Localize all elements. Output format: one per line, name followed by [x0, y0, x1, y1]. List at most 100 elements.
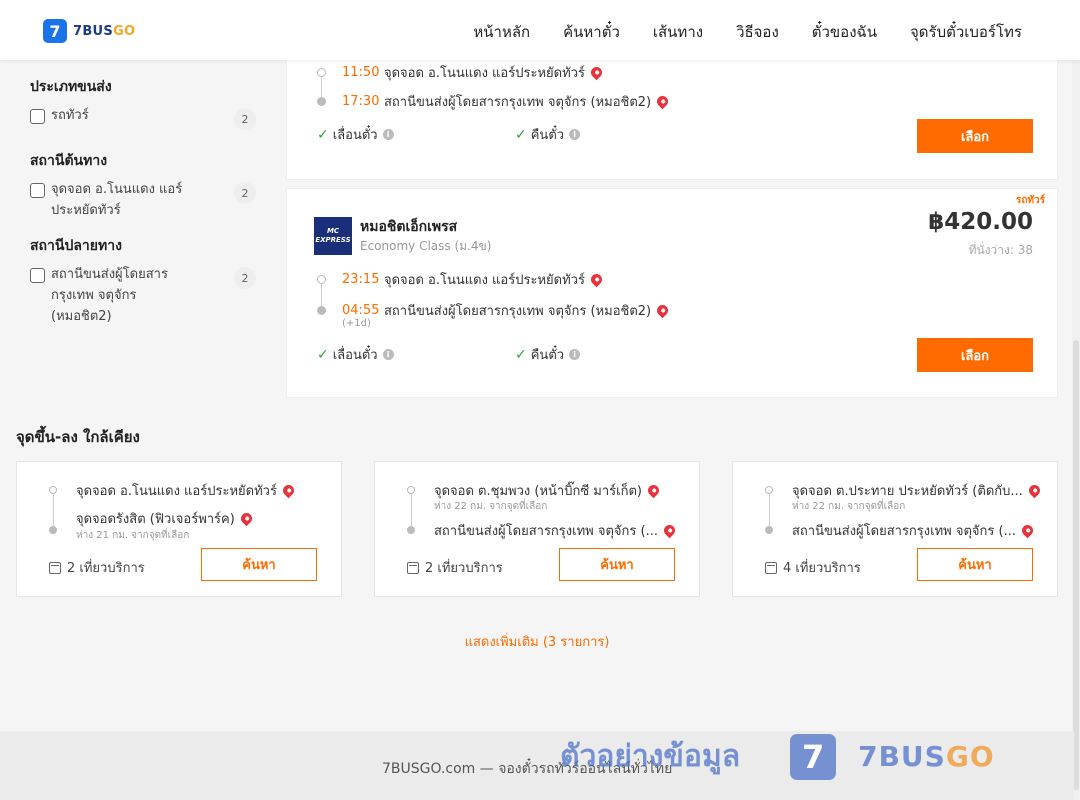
- nav-my-tickets[interactable]: ตั๋วของฉัน: [812, 20, 877, 44]
- filter-title-type: ประเภทขนส่ง: [30, 79, 112, 95]
- filter-group-type: ประเภทขนส่ง รถทัวร์ 2: [30, 76, 256, 130]
- watermark-brand-accent: GO: [945, 740, 995, 773]
- filter-option-type[interactable]: รถทัวร์ 2: [30, 108, 256, 130]
- nearby-route-card: จุดจอด ต.ชุมพวง (หน้าบิ๊กซี มาร์เก็ต) ห่…: [374, 461, 700, 597]
- to-stop-name: จุดจอดรังสิต (ฟิวเจอร์พาร์ค): [76, 512, 235, 527]
- reschedule-option: ✓ เลื่อนตั๋ว i: [317, 344, 394, 365]
- arrival-stop-name: สถานีขนส่งผู้โดยสารกรุงเทพ จตุจักร (หมอช…: [384, 95, 652, 110]
- filter-option-destination[interactable]: สถานีขนส่งผู้โดยสารกรุงเทพ จตุจักร (หมอช…: [30, 267, 256, 327]
- filter-count-type: 2: [234, 108, 256, 130]
- filter-option-origin[interactable]: จุดจอด อ.โนนแดง แอร์ประหยัดทัวร์ 2: [30, 182, 256, 221]
- select-trip-button[interactable]: เลือก: [917, 338, 1033, 372]
- to-dot: [49, 526, 57, 534]
- to-stop: สถานีขนส่งผู้โดยสารกรุงเทพ จตุจักร (...: [434, 520, 678, 541]
- map-pin-icon[interactable]: [654, 93, 671, 110]
- map-pin-icon[interactable]: [654, 302, 671, 319]
- operator-name: หมอชิตเอ็กเพรส: [360, 219, 458, 235]
- show-more-link[interactable]: แสดงเพิ่มเติม (3 รายการ): [0, 631, 1074, 652]
- nearby-route-card: จุดจอด อ.โนนแดง แอร์ประหยัดทัวร์ จุดจอดร…: [16, 461, 342, 597]
- filter-group-destination: สถานีปลายทาง สถานีขนส่งผู้โดยสารกรุงเทพ …: [30, 235, 256, 327]
- from-stop: จุดจอด ต.ประทาย ประหยัดทัวร์ (ติดกับ...: [792, 480, 1043, 501]
- map-pin-icon[interactable]: [1026, 482, 1043, 499]
- filter-group-origin: สถานีต้นทาง จุดจอด อ.โนนแดง แอร์ประหยัดท…: [30, 150, 256, 221]
- arrival-stop: 17:30 สถานีขนส่งผู้โดยสารกรุงเทพ จตุจักร…: [317, 91, 671, 112]
- watermark-brand: 7BUSGO: [858, 740, 995, 773]
- nav-routes[interactable]: เส้นทาง: [653, 20, 703, 44]
- info-icon[interactable]: i: [569, 349, 581, 360]
- departure-stop-name: จุดจอด อ.โนนแดง แอร์ประหยัดทัวร์: [384, 273, 585, 288]
- bus-icon: [49, 561, 61, 574]
- trip-count: 4 เที่ยวบริการ: [765, 557, 861, 578]
- nearby-search-button[interactable]: ค้นหา: [201, 548, 317, 581]
- arrival-time: 04:55: [342, 303, 380, 318]
- from-dot: [407, 486, 415, 494]
- nav-home[interactable]: หน้าหลัก: [473, 20, 530, 44]
- sample-watermark: ตัวอย่างข้อมูล 7 7BUSGO: [560, 733, 995, 780]
- trip-card: รถทัวร์ MC EXPRESS หมอชิตเอ็กเพรส Econom…: [286, 188, 1058, 398]
- map-pin-icon[interactable]: [588, 64, 605, 81]
- to-stop-name: สถานีขนส่งผู้โดยสารกรุงเทพ จตุจักร (...: [434, 524, 658, 539]
- next-day-marker: (+1d): [342, 318, 371, 329]
- map-pin-icon[interactable]: [661, 522, 678, 539]
- departure-stop: 11:50 จุดจอด อ.โนนแดง แอร์ประหยัดทัวร์: [317, 62, 605, 83]
- to-stop-name: สถานีขนส่งผู้โดยสารกรุงเทพ จตุจักร (...: [792, 524, 1016, 539]
- trip-card: 11:50 จุดจอด อ.โนนแดง แอร์ประหยัดทัวร์ 1…: [286, 56, 1058, 180]
- reschedule-option: ✓ เลื่อนตั๋ว i: [317, 124, 394, 145]
- vehicle-type-tag: รถทัวร์: [1015, 195, 1045, 206]
- trip-count-label: 4 เที่ยวบริการ: [783, 561, 861, 576]
- map-pin-icon[interactable]: [645, 482, 662, 499]
- info-icon[interactable]: i: [382, 129, 394, 140]
- route-line: [52, 494, 54, 530]
- reschedule-label: เลื่อนตั๋ว: [332, 128, 378, 143]
- route-line: [768, 494, 770, 530]
- nav-search-tickets[interactable]: ค้นหาตั๋ว: [563, 20, 620, 44]
- filter-title-origin: สถานีต้นทาง: [30, 153, 108, 169]
- bus-icon: [407, 561, 419, 574]
- check-icon: ✓: [317, 346, 329, 363]
- logo-mark: 7: [43, 19, 67, 43]
- nav-how-to-book[interactable]: วิธีจอง: [736, 20, 779, 44]
- to-stop: จุดจอดรังสิต (ฟิวเจอร์พาร์ค): [76, 508, 255, 529]
- select-trip-button[interactable]: เลือก: [917, 119, 1033, 153]
- map-pin-icon[interactable]: [238, 510, 255, 527]
- trip-count: 2 เที่ยวบริการ: [49, 557, 145, 578]
- trip-count: 2 เที่ยวบริการ: [407, 557, 503, 578]
- departure-stop: 23:15 จุดจอด อ.โนนแดง แอร์ประหยัดทัวร์: [317, 269, 605, 290]
- site-logo[interactable]: 7 7BUSGO: [43, 19, 135, 43]
- info-icon[interactable]: i: [569, 129, 581, 140]
- info-icon[interactable]: i: [382, 349, 394, 360]
- check-icon: ✓: [515, 126, 527, 143]
- refund-label: คืนตั๋ว: [530, 128, 565, 143]
- filter-count-destination: 2: [234, 267, 256, 289]
- nearby-search-button[interactable]: ค้นหา: [917, 548, 1033, 581]
- filter-checkbox-type[interactable]: [30, 109, 45, 124]
- filter-checkbox-destination[interactable]: [30, 268, 45, 283]
- from-dot: [49, 486, 57, 494]
- nearby-section-title: จุดขึ้น-ลง ใกล้เคียง: [16, 428, 140, 446]
- watermark-logo-mark: 7: [790, 733, 837, 780]
- check-icon: ✓: [515, 346, 527, 363]
- filter-option-left: สถานีขนส่งผู้โดยสารกรุงเทพ จตุจักร (หมอช…: [30, 267, 201, 327]
- map-pin-icon[interactable]: [1019, 522, 1036, 539]
- route-line: [410, 494, 412, 530]
- page-scrollbar[interactable]: [1072, 60, 1080, 800]
- distance-note: ห่าง 21 กม. จากจุดที่เลือก: [76, 530, 190, 541]
- top-header: 7 7BUSGO หน้าหลัก ค้นหาตั๋ว เส้นทาง วิธี…: [0, 0, 1080, 60]
- scrollbar-thumb[interactable]: [1073, 340, 1079, 790]
- from-stop-name: จุดจอด ต.ประทาย ประหยัดทัวร์ (ติดกับ...: [792, 484, 1023, 499]
- map-pin-icon[interactable]: [588, 271, 605, 288]
- to-stop: สถานีขนส่งผู้โดยสารกรุงเทพ จตุจักร (...: [792, 520, 1036, 541]
- filter-checkbox-origin[interactable]: [30, 183, 45, 198]
- departure-time: 23:15: [342, 272, 380, 287]
- map-pin-icon[interactable]: [280, 482, 297, 499]
- filter-option-left: จุดจอด อ.โนนแดง แอร์ประหยัดทัวร์: [30, 182, 201, 221]
- distance-note: ห่าง 22 กม. จากจุดที่เลือก: [792, 501, 906, 512]
- departure-dot: [317, 68, 326, 77]
- filter-label-type: รถทัวร์: [51, 108, 89, 123]
- to-dot: [407, 526, 415, 534]
- nav-pickup-points[interactable]: จุดรับตั๋วเบอร์โทร: [910, 20, 1022, 44]
- check-icon: ✓: [317, 126, 329, 143]
- logo-text-main: 7BUS: [73, 23, 114, 39]
- filter-label-origin: จุดจอด อ.โนนแดง แอร์ประหยัดทัวร์: [51, 182, 183, 218]
- nearby-search-button[interactable]: ค้นหา: [559, 548, 675, 581]
